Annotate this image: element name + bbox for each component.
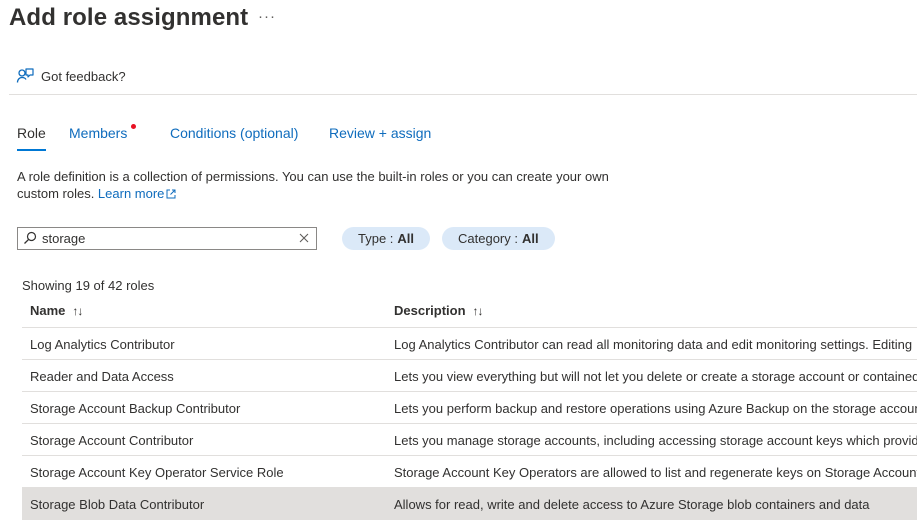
role-search-box: [17, 227, 317, 250]
sort-icon: ↑↓: [72, 303, 83, 318]
role-description-cell: Storage Account Key Operators are allowe…: [394, 465, 917, 480]
role-name: Log Analytics Contributor: [30, 337, 175, 352]
table-row[interactable]: Log Analytics Contributor Log Analytics …: [22, 328, 917, 360]
feedback-button[interactable]: Got feedback?: [16, 67, 126, 85]
role-description-cell: Log Analytics Contributor can read all m…: [394, 337, 913, 352]
category-filter-value: All: [521, 231, 539, 246]
external-link-icon: [166, 189, 176, 199]
tab-conditions[interactable]: Conditions (optional): [170, 125, 298, 141]
header-divider: [9, 94, 917, 95]
category-filter-label: Category :: [458, 231, 518, 246]
role-description-cell: Allows for read, write and delete access…: [394, 497, 870, 512]
roles-table: Name ↑↓ Description ↑↓ Log Analytics Contr…: [22, 296, 917, 520]
learn-more-link[interactable]: Learn more: [98, 186, 176, 201]
role-name: Storage Account Backup Contributor: [30, 401, 241, 416]
role-name: Reader and Data Access: [30, 369, 174, 384]
table-row-selected[interactable]: Storage Blob Data Contributor Allows for…: [22, 488, 917, 520]
role-description-cell: Lets you manage storage accounts, includ…: [394, 433, 917, 448]
table-row[interactable]: Storage Account Key Operator Service Rol…: [22, 456, 917, 488]
table-row[interactable]: Storage Account Backup Contributor Lets …: [22, 392, 917, 424]
table-header: Name ↑↓ Description ↑↓: [22, 296, 917, 328]
table-row[interactable]: Reader and Data Access Lets you view eve…: [22, 360, 917, 392]
role-description: A role definition is a collection of per…: [17, 168, 627, 202]
more-options-button[interactable]: ···: [258, 8, 276, 25]
members-required-dot: [131, 124, 136, 129]
search-icon: [24, 231, 37, 244]
role-description-cell: Lets you perform backup and restore oper…: [394, 401, 917, 416]
type-filter-pill[interactable]: Type : All: [342, 227, 431, 250]
tab-role[interactable]: Role: [17, 125, 46, 151]
table-row[interactable]: Storage Account Contributor Lets you man…: [22, 424, 917, 456]
role-name: Storage Blob Data Contributor: [30, 497, 205, 512]
column-header-description[interactable]: Description ↑↓: [394, 303, 484, 318]
tab-members[interactable]: Members: [69, 125, 127, 141]
page-title: Add role assignment: [9, 4, 249, 31]
results-count: Showing 19 of 42 roles: [22, 278, 155, 293]
type-filter-label: Type :: [358, 231, 394, 246]
feedback-icon: [16, 68, 34, 83]
role-name: Storage Account Contributor: [30, 433, 194, 448]
category-filter-pill[interactable]: Category : All: [442, 227, 555, 250]
clear-search-icon[interactable]: [298, 232, 310, 244]
column-header-name[interactable]: Name ↑↓: [30, 303, 83, 318]
role-description-cell: Lets you view everything but will not le…: [394, 369, 917, 384]
sort-icon: ↑↓: [472, 303, 484, 318]
search-input[interactable]: [42, 229, 292, 248]
role-name: Storage Account Key Operator Service Rol…: [30, 465, 284, 480]
feedback-label: Got feedback?: [41, 68, 126, 84]
type-filter-value: All: [397, 231, 415, 246]
tab-review-assign[interactable]: Review + assign: [329, 125, 431, 141]
